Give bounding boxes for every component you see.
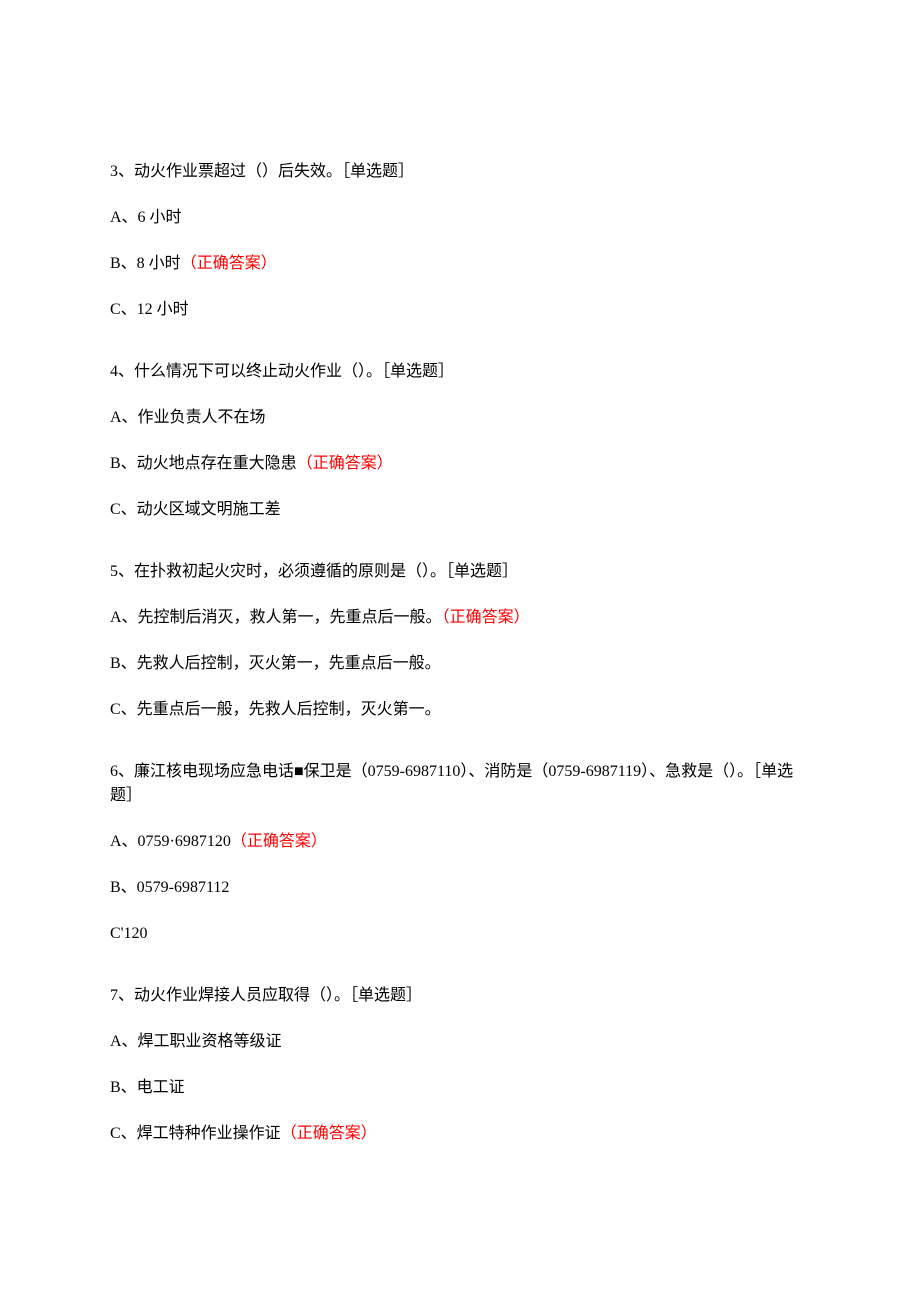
question-stem: 3、动火作业票超过（）后失效。［单选题］: [110, 160, 810, 184]
question-stem: 4、什么情况下可以终止动火作业（）。［单选题］: [110, 360, 810, 384]
question-option: A、0759·6987120（正确答案）: [110, 830, 810, 854]
correct-answer-label: （正确答案）: [231, 833, 327, 850]
option-text: C、动火区域文明施工差: [110, 501, 281, 518]
question-option: C、先重点后一般，先救人后控制，灭火第一。: [110, 698, 810, 722]
question-stem: 5、在扑救初起火灾时，必须遵循的原则是（）。［单选题］: [110, 560, 810, 584]
question-option: C、动火区域文明施工差: [110, 498, 810, 522]
option-text: C、12 小时: [110, 301, 189, 318]
option-text: B、0579-6987112: [110, 879, 229, 896]
document-page: 3、动火作业票超过（）后失效。［单选题］ A、6 小时 B、8 小时（正确答案）…: [0, 0, 920, 1304]
option-text: C、焊工特种作业操作证: [110, 1125, 281, 1142]
correct-answer-label: （正确答案）: [297, 455, 393, 472]
question-option: B、先救人后控制，灭火第一，先重点后一般。: [110, 652, 810, 676]
option-text: B、动火地点存在重大隐患: [110, 455, 297, 472]
option-text: C、先重点后一般，先救人后控制，灭火第一。: [110, 701, 441, 718]
correct-answer-label: （正确答案）: [281, 1125, 377, 1142]
question-stem: 6、廉江核电现场应急电话■保卫是（0759-6987110）、消防是（0759-…: [110, 760, 810, 808]
option-text: A、先控制后消灭，救人第一，先重点后一般。: [110, 609, 442, 626]
question-option: A、6 小时: [110, 206, 810, 230]
question-option: C'120: [110, 922, 810, 946]
question-option: B、动火地点存在重大隐患（正确答案）: [110, 452, 810, 476]
question-option: A、先控制后消灭，救人第一，先重点后一般。（正确答案）: [110, 606, 810, 630]
question-block: 7、动火作业焊接人员应取得（）。［单选题］ A、焊工职业资格等级证 B、电工证 …: [110, 984, 810, 1146]
question-block: 3、动火作业票超过（）后失效。［单选题］ A、6 小时 B、8 小时（正确答案）…: [110, 160, 810, 322]
option-text: B、先救人后控制，灭火第一，先重点后一般。: [110, 655, 441, 672]
option-text: A、焊工职业资格等级证: [110, 1033, 282, 1050]
option-text: A、0759·6987120: [110, 833, 231, 850]
question-option: C、12 小时: [110, 298, 810, 322]
option-text: A、6 小时: [110, 209, 182, 226]
option-text: B、电工证: [110, 1079, 185, 1096]
correct-answer-label: （正确答案）: [442, 609, 530, 626]
question-block: 6、廉江核电现场应急电话■保卫是（0759-6987110）、消防是（0759-…: [110, 760, 810, 946]
question-option: B、电工证: [110, 1076, 810, 1100]
question-option: B、0579-6987112: [110, 876, 810, 900]
correct-answer-label: （正确答案）: [181, 255, 277, 272]
question-block: 5、在扑救初起火灾时，必须遵循的原则是（）。［单选题］ A、先控制后消灭，救人第…: [110, 560, 810, 722]
question-option: A、焊工职业资格等级证: [110, 1030, 810, 1054]
question-option: A、作业负责人不在场: [110, 406, 810, 430]
question-block: 4、什么情况下可以终止动火作业（）。［单选题］ A、作业负责人不在场 B、动火地…: [110, 360, 810, 522]
question-stem: 7、动火作业焊接人员应取得（）。［单选题］: [110, 984, 810, 1008]
option-text: A、作业负责人不在场: [110, 409, 266, 426]
question-option: C、焊工特种作业操作证（正确答案）: [110, 1122, 810, 1146]
option-text: B、8 小时: [110, 255, 181, 272]
option-text: C'120: [110, 925, 148, 942]
question-option: B、8 小时（正确答案）: [110, 252, 810, 276]
